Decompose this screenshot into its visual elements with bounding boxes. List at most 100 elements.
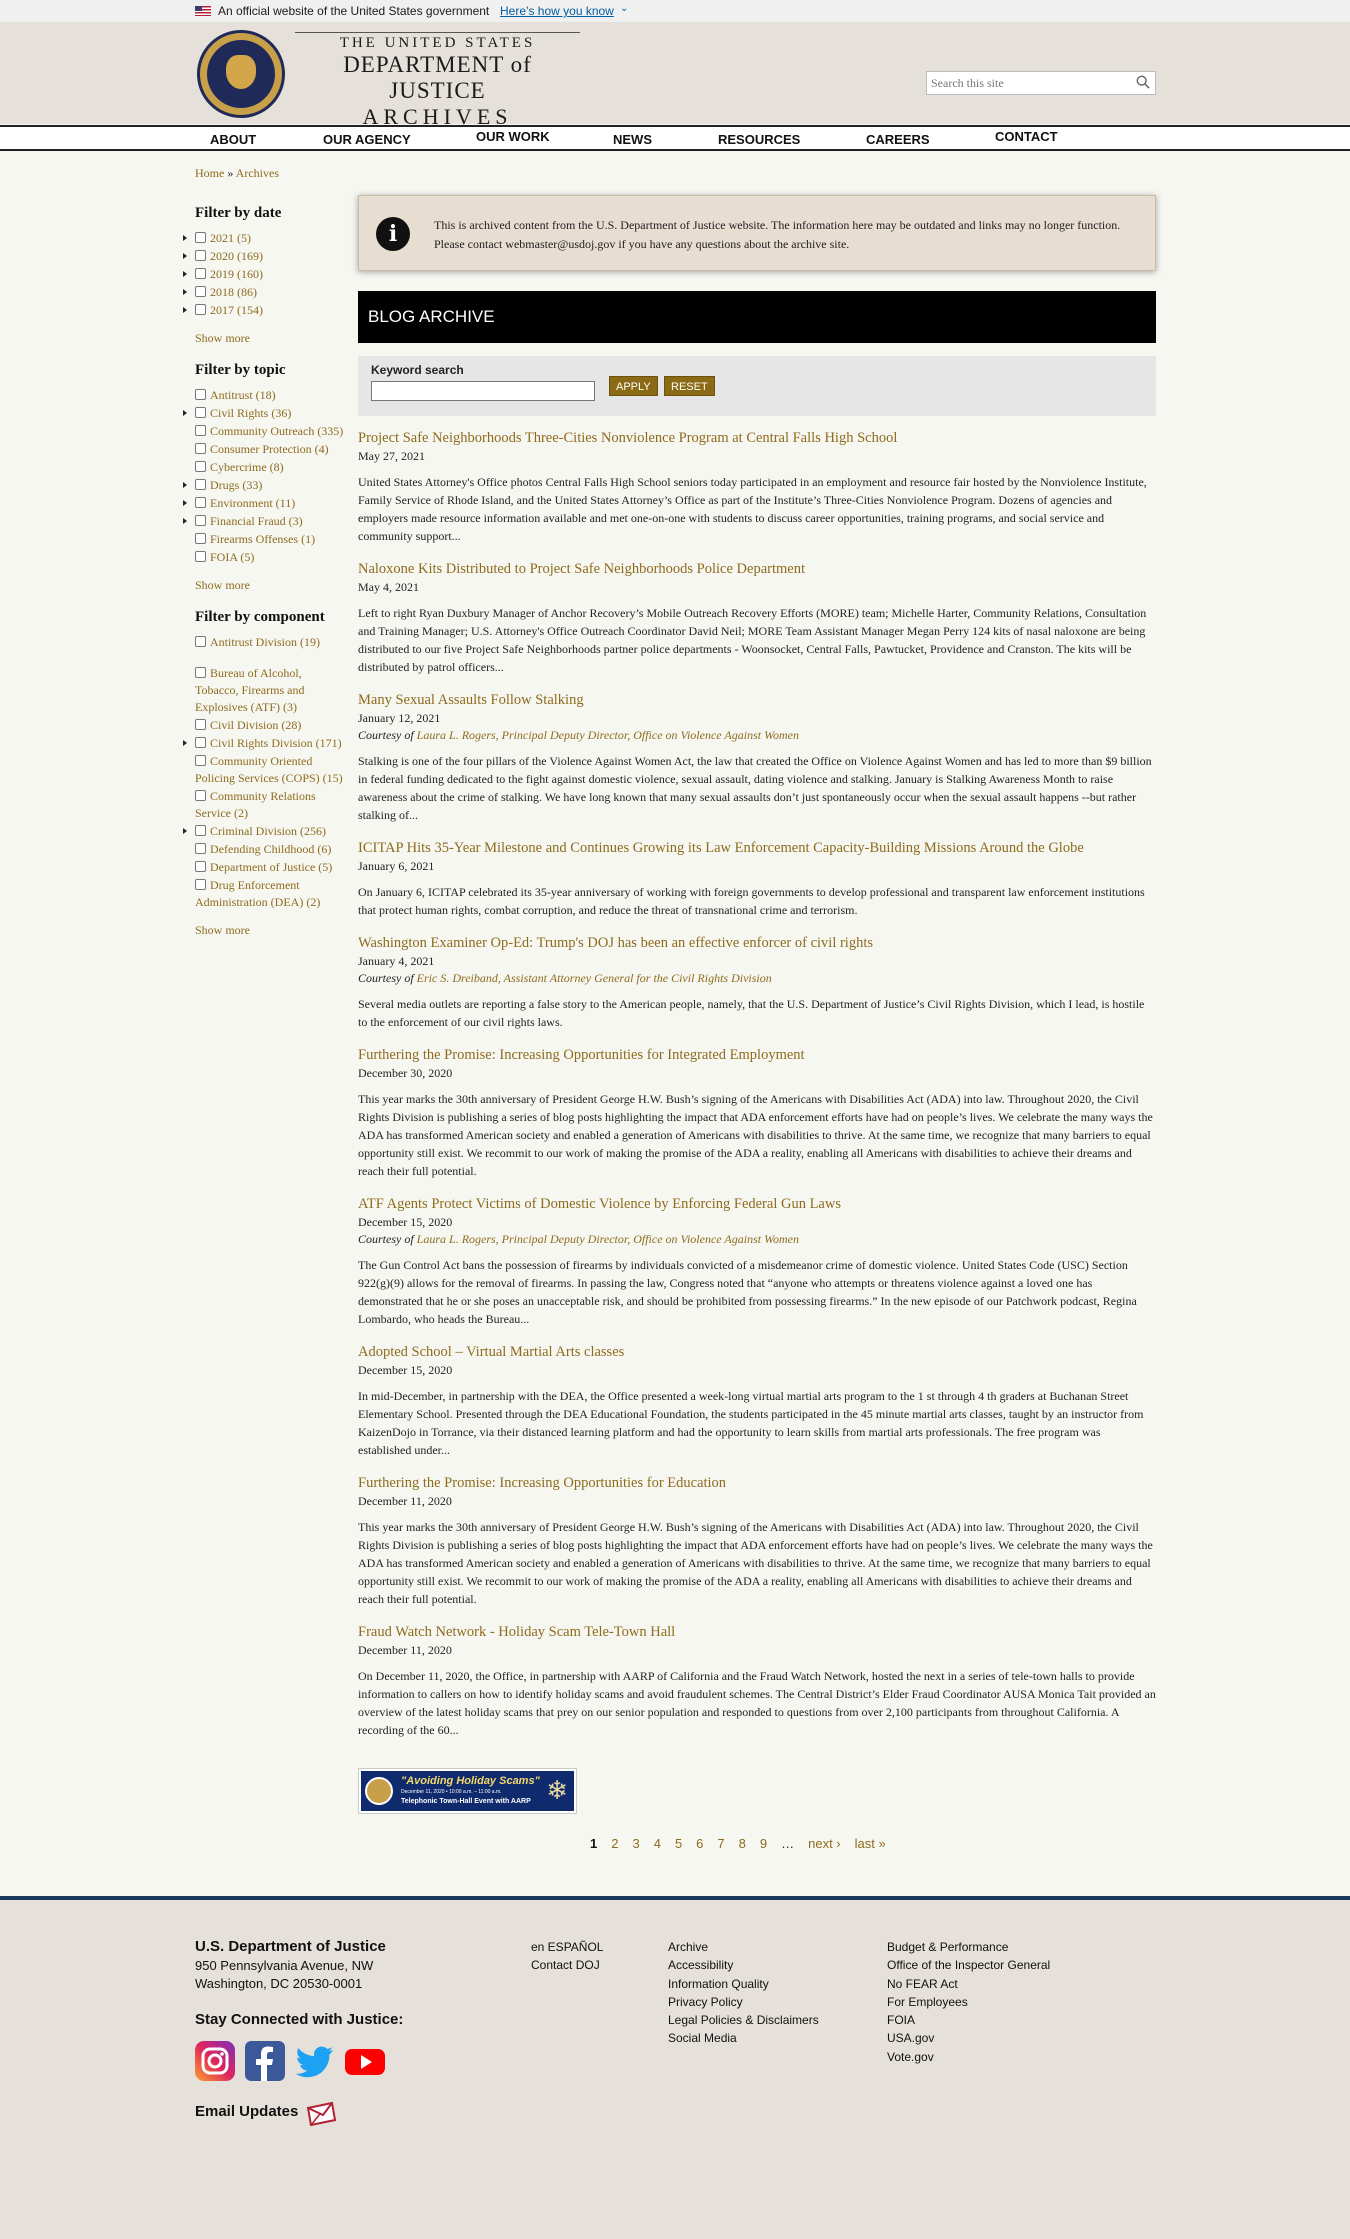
date-filter-checkbox[interactable] (195, 286, 206, 297)
topic-show-more-link[interactable]: Show more (195, 578, 345, 593)
byline-author-link[interactable]: Eric S. Dreiband, Assistant Attorney Gen… (417, 971, 772, 985)
holiday-scams-promo-image[interactable]: "Avoiding Holiday Scams" December 11, 20… (358, 1768, 577, 1814)
site-logo-text[interactable]: THE UNITED STATES DEPARTMENT of JUSTICE … (295, 32, 580, 130)
expand-triangle-icon[interactable] (183, 235, 187, 241)
topic-filter-checkbox[interactable] (195, 389, 206, 400)
component-filter-item[interactable]: Bureau of Alcohol, Tobacco, Firearms and… (195, 665, 345, 716)
topic-filter-label[interactable]: Community Outreach (335) (210, 424, 343, 438)
topic-filter-checkbox[interactable] (195, 407, 206, 418)
pager-page-link[interactable]: 6 (696, 1836, 703, 1851)
facebook-icon[interactable] (245, 2041, 285, 2081)
blog-post-title-link[interactable]: Fraud Watch Network - Holiday Scam Tele-… (358, 1622, 1156, 1642)
topic-filter-checkbox[interactable] (195, 515, 206, 526)
footer-link-budget-performance[interactable]: Budget & Performance (887, 1938, 1050, 1956)
component-filter-label[interactable]: Defending Childhood (6) (210, 842, 331, 856)
component-filter-label[interactable]: Department of Justice (5) (210, 860, 332, 874)
footer-link-legal-policies-disclaimers[interactable]: Legal Policies & Disclaimers (668, 2011, 819, 2029)
component-filter-checkbox[interactable] (195, 843, 206, 854)
instagram-icon[interactable] (195, 2041, 235, 2081)
expand-triangle-icon[interactable] (183, 307, 187, 313)
date-filter-label[interactable]: 2021 (5) (210, 231, 251, 245)
email-envelope-icon[interactable] (306, 2100, 336, 2126)
component-filter-checkbox[interactable] (195, 861, 206, 872)
date-filter-checkbox[interactable] (195, 304, 206, 315)
footer-link-for-employees[interactable]: For Employees (887, 1993, 1050, 2011)
topic-filter-checkbox[interactable] (195, 497, 206, 508)
topic-filter-item[interactable]: FOIA (5) (195, 549, 345, 566)
date-filter-checkbox[interactable] (195, 250, 206, 261)
pager-next-link[interactable]: next › (808, 1836, 841, 1851)
topic-filter-label[interactable]: Drugs (33) (210, 478, 262, 492)
component-filter-label[interactable]: Bureau of Alcohol, Tobacco, Firearms and… (195, 666, 304, 714)
date-filter-label[interactable]: 2019 (160) (210, 267, 263, 281)
pager-page-link[interactable]: 3 (632, 1836, 639, 1851)
blog-post-title-link[interactable]: Naloxone Kits Distributed to Project Saf… (358, 559, 1156, 579)
expand-triangle-icon[interactable] (183, 828, 187, 834)
date-filter-checkbox[interactable] (195, 268, 206, 279)
nav-news[interactable]: NEWS (613, 132, 652, 147)
expand-triangle-icon[interactable] (183, 410, 187, 416)
component-filter-checkbox[interactable] (195, 755, 206, 766)
topic-filter-checkbox[interactable] (195, 425, 206, 436)
pager-page-link[interactable]: 7 (717, 1836, 724, 1851)
footer-link-en-espa-ol[interactable]: en ESPAÑOL (531, 1938, 603, 1956)
topic-filter-checkbox[interactable] (195, 533, 206, 544)
pager-last-link[interactable]: last » (855, 1836, 886, 1851)
expand-triangle-icon[interactable] (183, 500, 187, 506)
topic-filter-label[interactable]: Financial Fraud (3) (210, 514, 303, 528)
pager-page-link[interactable]: 9 (760, 1836, 767, 1851)
date-filter-item[interactable]: 2018 (86) (183, 284, 345, 301)
heres-how-you-know-link[interactable]: Here’s how you know (500, 4, 614, 18)
component-filter-checkbox[interactable] (195, 636, 206, 647)
date-filter-checkbox[interactable] (195, 232, 206, 243)
topic-filter-item[interactable]: Environment (11) (183, 495, 345, 512)
footer-link-usa-gov[interactable]: USA.gov (887, 2029, 1050, 2047)
expand-triangle-icon[interactable] (183, 740, 187, 746)
topic-filter-label[interactable]: Firearms Offenses (1) (210, 532, 315, 546)
expand-triangle-icon[interactable] (183, 482, 187, 488)
topic-filter-item[interactable]: Firearms Offenses (1) (195, 531, 345, 548)
component-filter-label[interactable]: Civil Division (28) (210, 718, 301, 732)
expand-triangle-icon[interactable] (183, 289, 187, 295)
breadcrumb-home[interactable]: Home (195, 166, 224, 180)
blog-post-title-link[interactable]: ICITAP Hits 35-Year Milestone and Contin… (358, 838, 1156, 858)
twitter-icon[interactable] (295, 2041, 335, 2081)
expand-triangle-icon[interactable] (183, 253, 187, 259)
pager-page-link[interactable]: 5 (675, 1836, 682, 1851)
nav-our-work[interactable]: OUR WORK (476, 129, 550, 144)
component-filter-checkbox[interactable] (195, 719, 206, 730)
byline-author-link[interactable]: Laura L. Rogers, Principal Deputy Direct… (417, 1232, 799, 1246)
component-filter-label[interactable]: Criminal Division (256) (210, 824, 326, 838)
component-filter-item[interactable]: Drug Enforcement Administration (DEA) (2… (195, 877, 345, 911)
date-filter-label[interactable]: 2017 (154) (210, 303, 263, 317)
nav-about[interactable]: ABOUT (210, 132, 256, 147)
footer-link-contact-doj[interactable]: Contact DOJ (531, 1956, 603, 1974)
component-filter-checkbox[interactable] (195, 737, 206, 748)
component-filter-label[interactable]: Antitrust Division (19) (210, 635, 320, 649)
component-filter-item[interactable]: Defending Childhood (6) (195, 841, 345, 858)
youtube-icon[interactable] (345, 2041, 385, 2081)
topic-filter-label[interactable]: Cybercrime (8) (210, 460, 284, 474)
component-filter-item[interactable]: Antitrust Division (19) (195, 634, 345, 651)
topic-filter-item[interactable]: Civil Rights (36) (183, 405, 345, 422)
breadcrumb-current[interactable]: Archives (236, 166, 279, 180)
date-filter-item[interactable]: 2021 (5) (183, 230, 345, 247)
footer-link-vote-gov[interactable]: Vote.gov (887, 2048, 1050, 2066)
topic-filter-checkbox[interactable] (195, 551, 206, 562)
blog-post-title-link[interactable]: Washington Examiner Op-Ed: Trump's DOJ h… (358, 933, 1156, 953)
search-input[interactable] (927, 72, 1122, 94)
component-filter-checkbox[interactable] (195, 879, 206, 890)
reset-button[interactable]: RESET (664, 376, 715, 396)
topic-filter-label[interactable]: Consumer Protection (4) (210, 442, 329, 456)
component-filter-checkbox[interactable] (195, 667, 206, 678)
pager-page-link[interactable]: 2 (611, 1836, 618, 1851)
blog-post-title-link[interactable]: Many Sexual Assaults Follow Stalking (358, 690, 1156, 710)
date-filter-item[interactable]: 2017 (154) (183, 302, 345, 319)
topic-filter-label[interactable]: Antitrust (18) (210, 388, 276, 402)
blog-post-title-link[interactable]: Furthering the Promise: Increasing Oppor… (358, 1473, 1156, 1493)
component-filter-checkbox[interactable] (195, 825, 206, 836)
topic-filter-label[interactable]: Civil Rights (36) (210, 406, 291, 420)
chevron-down-icon[interactable]: ⌄ (620, 3, 628, 14)
date-filter-label[interactable]: 2018 (86) (210, 285, 257, 299)
pager-page-link[interactable]: 8 (739, 1836, 746, 1851)
